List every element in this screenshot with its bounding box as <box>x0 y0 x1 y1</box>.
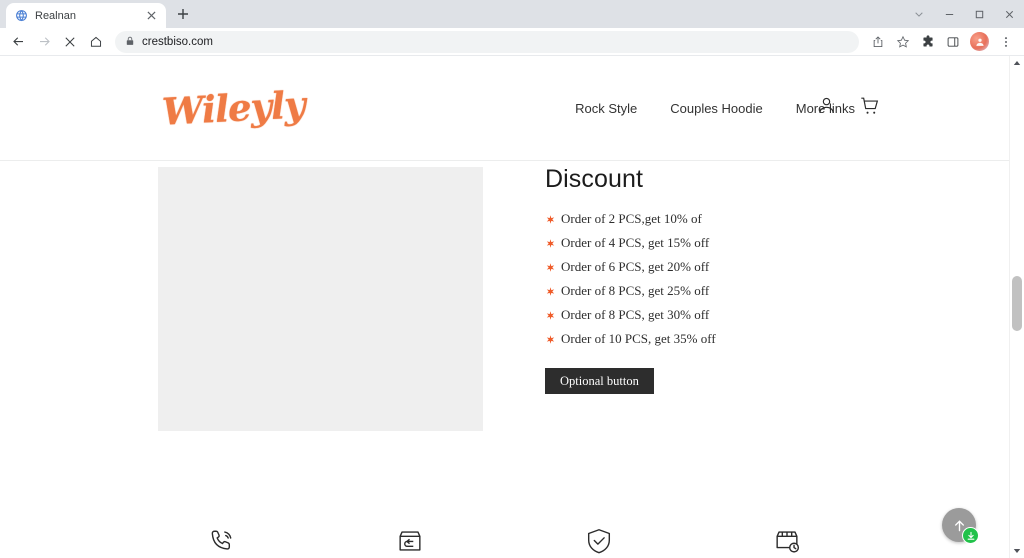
list-item: Order of 2 PCS,get 10% of <box>545 207 716 231</box>
list-item: Order of 8 PCS, get 25% off <box>545 279 716 303</box>
list-item-label: Order of 10 PCS, get 35% off <box>561 331 716 346</box>
feature-contact-us[interactable]: Contact Us <box>128 526 316 558</box>
scrollbar-thumb[interactable] <box>1012 276 1022 331</box>
star-bullet-icon <box>545 214 555 224</box>
star-bullet-icon <box>545 286 555 296</box>
page-title: Discount <box>545 165 644 193</box>
globe-icon <box>14 8 28 23</box>
delivery-box-clock-icon <box>772 526 802 558</box>
list-item-label: Order of 6 PCS, get 20% off <box>561 259 710 274</box>
three-dot-menu-icon[interactable] <box>994 30 1018 54</box>
browser-window: Realnan crestbiso.com Wileyly Rock Style… <box>0 0 1024 558</box>
minimize-icon[interactable] <box>934 0 964 28</box>
list-item: Order of 8 PCS, get 30% off <box>545 303 716 327</box>
site-header: Wileyly Rock Style Couples Hoodie More l… <box>0 56 1009 161</box>
stop-x-icon[interactable] <box>58 30 82 54</box>
tab-title: Realnan <box>35 9 76 22</box>
url-text: crestbiso.com <box>142 35 213 48</box>
list-item-label: Order of 4 PCS, get 15% off <box>561 235 710 250</box>
toolbar-icon-group <box>866 30 1018 54</box>
back-arrow-icon[interactable] <box>6 30 30 54</box>
scrollbar-down-arrow-icon[interactable] <box>1010 544 1024 558</box>
cart-icon[interactable] <box>859 95 881 122</box>
phone-ring-icon <box>207 526 237 558</box>
window-controls <box>904 0 1024 28</box>
shield-check-icon <box>584 526 614 558</box>
header-icon-group <box>816 95 881 122</box>
puzzle-icon[interactable] <box>916 30 940 54</box>
product-image-placeholder[interactable] <box>158 167 483 431</box>
browser-tab[interactable]: Realnan <box>6 3 166 28</box>
star-bullet-icon <box>545 262 555 272</box>
page-scrollbar[interactable] <box>1009 56 1024 558</box>
feature-easy-return[interactable]: Easy Return <box>316 526 504 558</box>
list-item: Order of 10 PCS, get 35% off <box>545 327 716 351</box>
list-item-label: Order of 2 PCS,get 10% of <box>561 211 702 226</box>
side-panel-icon[interactable] <box>941 30 965 54</box>
tab-strip: Realnan <box>0 0 1024 28</box>
product-detail: Discount Order of 2 PCS,get 10% of Order… <box>545 165 716 431</box>
list-item: Order of 6 PCS, get 20% off <box>545 255 716 279</box>
maximize-icon[interactable] <box>964 0 994 28</box>
web-page: Wileyly Rock Style Couples Hoodie More l… <box>0 56 1009 558</box>
new-tab-button[interactable] <box>170 1 196 27</box>
scroll-to-top-button[interactable] <box>942 508 979 544</box>
star-bullet-icon <box>545 334 555 344</box>
nav-item-rock-style[interactable]: Rock Style <box>575 101 637 116</box>
home-icon[interactable] <box>84 30 108 54</box>
feature-bar: Contact Us Easy Return <box>0 526 1009 558</box>
scrollbar-up-arrow-icon[interactable] <box>1010 56 1024 70</box>
close-icon[interactable] <box>994 0 1024 28</box>
discount-list: Order of 2 PCS,get 10% of Order of 4 PCS… <box>545 207 716 351</box>
optional-button[interactable]: Optional button <box>545 368 654 394</box>
lock-icon <box>125 33 135 51</box>
close-icon[interactable] <box>144 9 158 23</box>
page-viewport: Wileyly Rock Style Couples Hoodie More l… <box>0 56 1024 558</box>
nav-item-couples-hoodie[interactable]: Couples Hoodie <box>670 101 763 116</box>
browser-toolbar: crestbiso.com <box>0 28 1024 56</box>
avatar-icon[interactable] <box>970 32 989 51</box>
star-bullet-icon <box>545 238 555 248</box>
return-box-icon <box>395 526 425 558</box>
star-icon[interactable] <box>891 30 915 54</box>
chevron-down-icon[interactable] <box>904 0 934 28</box>
main-nav: Rock Style Couples Hoodie More links <box>575 101 973 116</box>
star-bullet-icon <box>545 310 555 320</box>
list-item: Order of 4 PCS, get 15% off <box>545 231 716 255</box>
list-item-label: Order of 8 PCS, get 25% off <box>561 283 710 298</box>
list-item-label: Order of 8 PCS, get 30% off <box>561 307 710 322</box>
share-icon[interactable] <box>866 30 890 54</box>
account-icon[interactable] <box>816 95 837 121</box>
forward-arrow-icon <box>32 30 56 54</box>
download-icon[interactable] <box>962 527 979 544</box>
product-section: Discount Order of 2 PCS,get 10% of Order… <box>0 161 1009 431</box>
feature-secure-payment[interactable]: Secure Payment <box>505 526 693 558</box>
site-logo[interactable]: Wileyly <box>161 82 306 133</box>
address-bar[interactable]: crestbiso.com <box>115 30 859 53</box>
feature-fast-delivery[interactable]: Fast Delivery <box>693 526 881 558</box>
